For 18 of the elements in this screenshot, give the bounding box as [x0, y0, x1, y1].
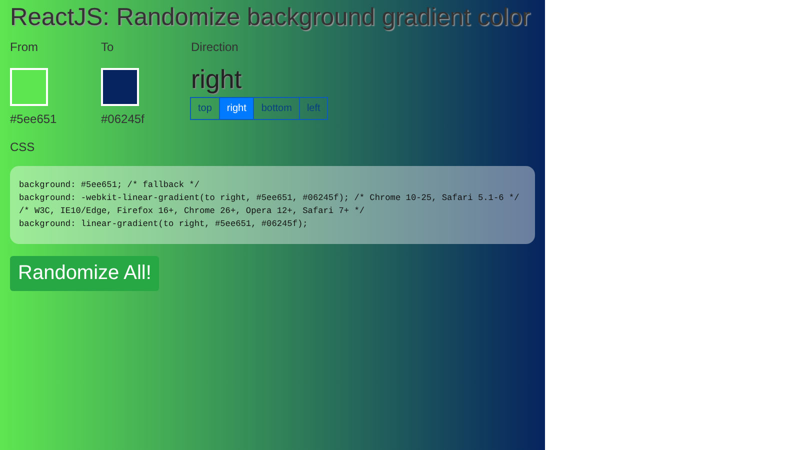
color-value: #06245f: [101, 112, 146, 126]
color-value: #5ee651: [10, 112, 58, 126]
randomize-button[interactable]: Randomize All!: [10, 256, 160, 291]
page-title: ReactJS: Randomize background gradient color: [10, 4, 532, 32]
direction-label: Direction: [191, 40, 240, 54]
from-label: From: [10, 40, 39, 54]
code-line: background: -webkit-linear-gradient(to right, #5ee651, #06245f); /* Chrome 10-25, Safari 5.1-6 */: [19, 192, 520, 205]
code-line: background: linear-gradient(to right, #5ee651, #06245f);: [19, 218, 308, 231]
color-swatch[interactable]: [10, 68, 48, 106]
direction-button[interactable]: bottom: [253, 97, 300, 120]
direction-button[interactable]: right: [218, 97, 254, 120]
code-line: background: #5ee651; /* fallback */: [19, 179, 200, 192]
code-line: /* W3C, IE10/Edge, Firefox 16+, Chrome 26+, Opera 12+, Safari 7+ */: [19, 205, 365, 218]
css-label: CSS: [10, 140, 36, 154]
color-swatch[interactable]: [101, 68, 139, 106]
direction-button[interactable]: left: [298, 97, 328, 120]
direction-value: right: [191, 64, 243, 95]
to-label: To: [101, 40, 115, 54]
